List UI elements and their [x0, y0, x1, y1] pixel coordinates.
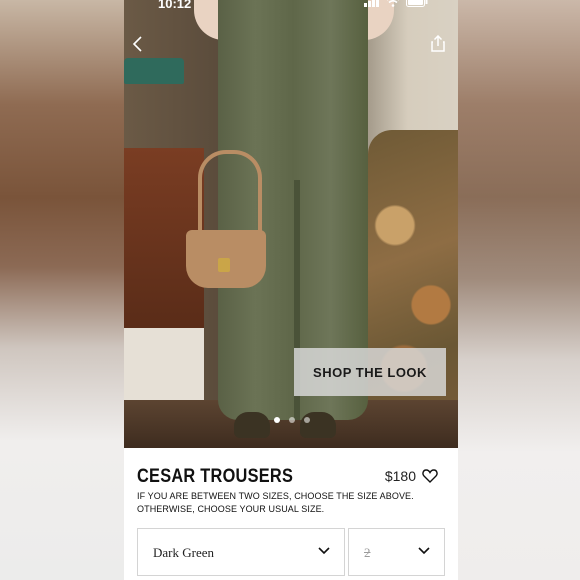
- size-select[interactable]: 2: [348, 528, 445, 576]
- phone-screen: SHOP THE LOOK 10:12 CESAR TROUSERS $180 …: [124, 0, 458, 580]
- status-time: 10:12: [158, 0, 192, 11]
- hero-lamp: [124, 58, 184, 84]
- hero-bag-clasp: [218, 258, 230, 272]
- hero-shoe-left: [234, 412, 270, 438]
- hero-cabinet-base: [124, 328, 204, 408]
- size-advice-text: IF YOU ARE BETWEEN TWO SIZES, CHOOSE THE…: [137, 491, 414, 514]
- background-right-blur: [458, 0, 580, 580]
- color-select[interactable]: Dark Green: [137, 528, 345, 576]
- wifi-icon: [387, 0, 399, 7]
- product-info-panel: CESAR TROUSERS $180 IF YOU ARE BETWEEN T…: [124, 448, 458, 580]
- carousel-dot-2[interactable]: [289, 417, 295, 423]
- hero-shoe-right: [300, 412, 336, 438]
- back-button[interactable]: [126, 32, 150, 56]
- status-bar: 10:12: [124, 0, 458, 12]
- hero-bag-strap: [198, 150, 262, 242]
- chevron-down-icon: [318, 547, 330, 555]
- background-left-blur: [0, 0, 124, 580]
- battery-icon: [406, 0, 428, 7]
- shop-the-look-button[interactable]: SHOP THE LOOK: [294, 348, 446, 396]
- share-button[interactable]: [426, 32, 450, 56]
- heart-icon: [422, 469, 438, 483]
- carousel-dot-1[interactable]: [274, 417, 280, 423]
- signal-icon: [364, 0, 379, 7]
- favorite-button[interactable]: [422, 468, 438, 484]
- product-hero-image[interactable]: SHOP THE LOOK: [124, 0, 458, 448]
- chevron-down-icon: [418, 547, 430, 555]
- chevron-left-icon: [132, 36, 142, 52]
- color-select-value: Dark Green: [153, 545, 214, 560]
- size-select-value: 2: [364, 545, 371, 560]
- carousel-dots: [274, 417, 310, 423]
- product-name: CESAR TROUSERS: [137, 466, 294, 487]
- carousel-dot-3[interactable]: [304, 417, 310, 423]
- product-price: $180: [384, 468, 416, 484]
- status-icons: [364, 0, 428, 7]
- share-icon: [431, 35, 445, 52]
